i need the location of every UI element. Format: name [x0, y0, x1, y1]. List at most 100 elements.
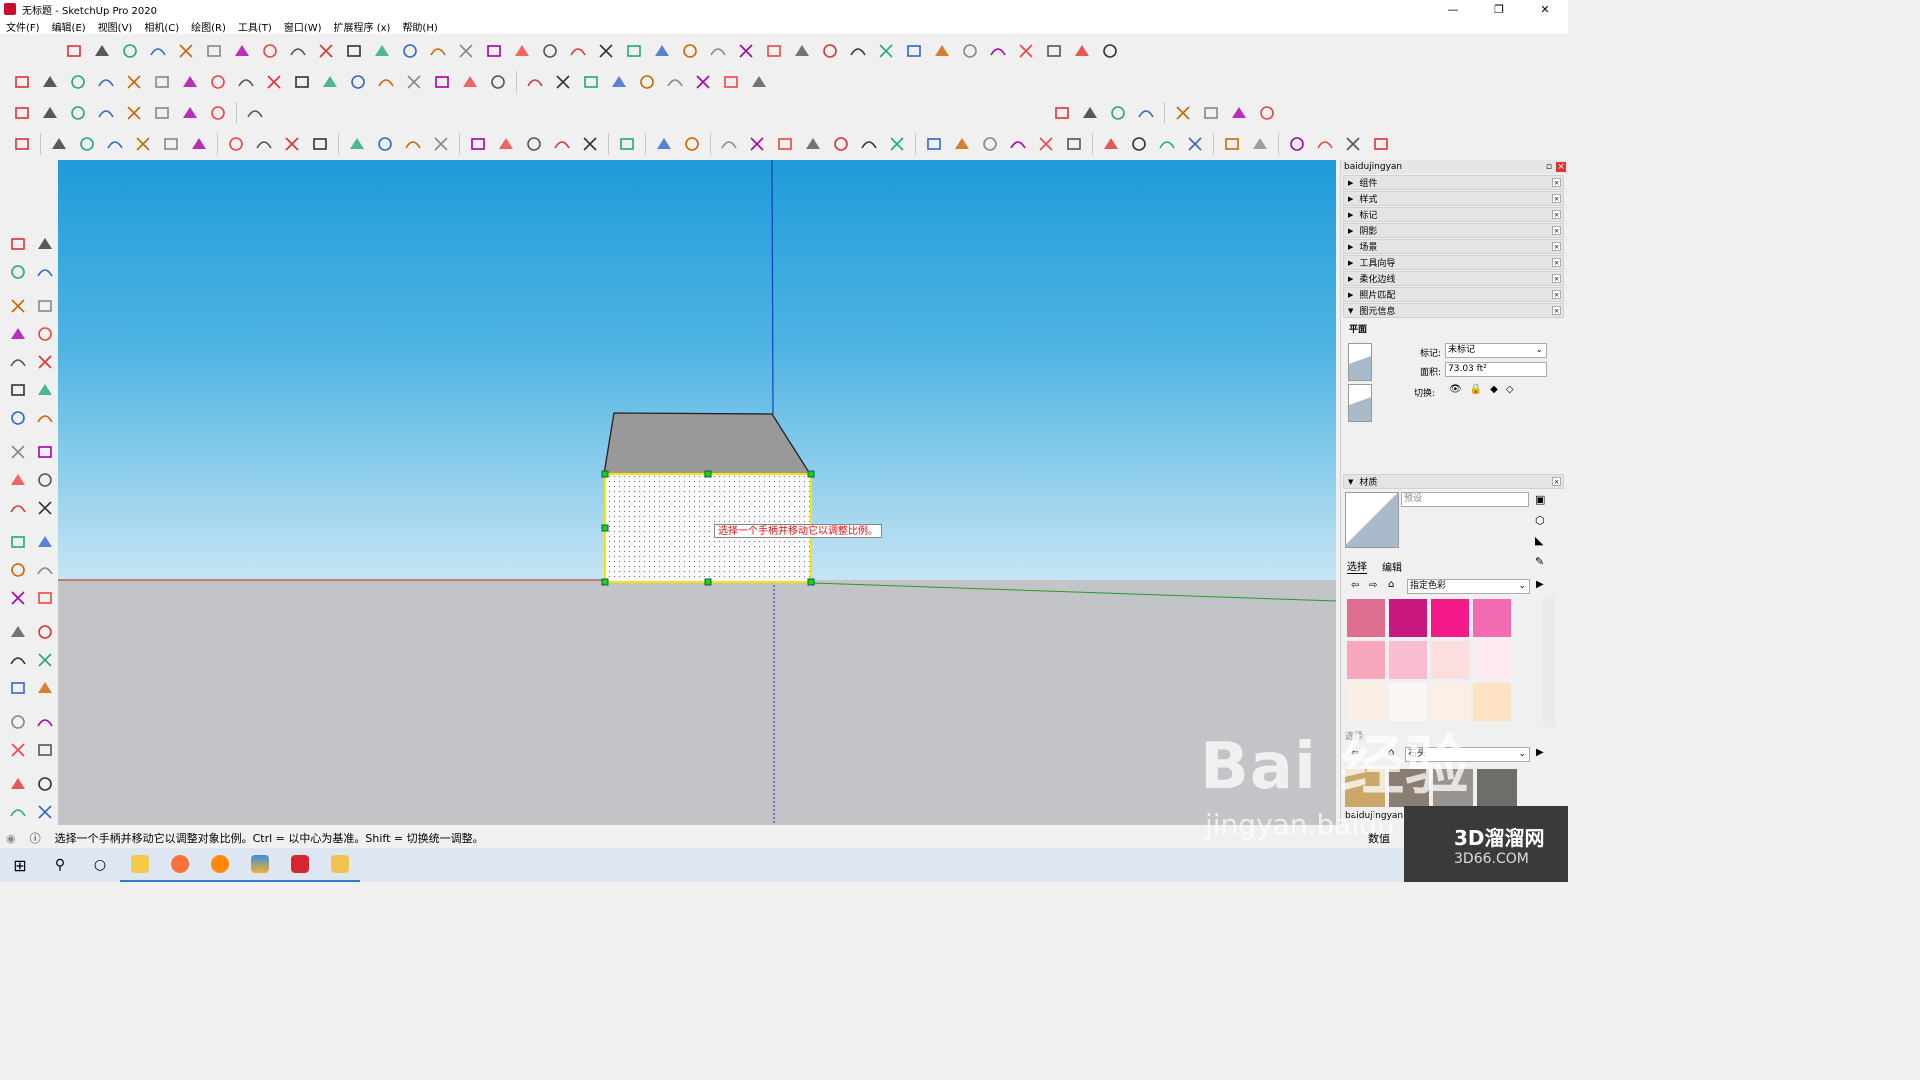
toolbar-tool-icon[interactable] [315, 40, 337, 62]
search-button[interactable]: ⚲ [40, 848, 80, 882]
toolbar-tool-icon[interactable] [951, 133, 973, 155]
close-tray-icon[interactable]: × [1556, 162, 1566, 172]
toolbar-tool-icon[interactable] [7, 441, 29, 463]
toolbar-tool-icon[interactable] [1007, 133, 1029, 155]
toolbar-tool-icon[interactable] [7, 379, 29, 401]
toolbar-tool-icon[interactable] [347, 71, 369, 93]
top-face[interactable] [603, 412, 812, 475]
toolbar-tool-icon[interactable] [1135, 102, 1157, 124]
color-swatch[interactable] [1473, 599, 1511, 637]
back-material-thumb[interactable] [1348, 384, 1372, 422]
toolbar-tool-icon[interactable] [244, 102, 266, 124]
tray-item[interactable]: ▶ 场景 × [1343, 239, 1564, 254]
toolbar-tool-icon[interactable] [175, 40, 197, 62]
color-swatch[interactable] [1473, 683, 1511, 721]
toolbar-tool-icon[interactable] [847, 40, 869, 62]
menu-window[interactable]: 窗口(W) [278, 19, 328, 34]
start-button[interactable]: ⊞ [0, 848, 40, 882]
toolbar-tool-icon[interactable] [346, 133, 368, 155]
swatch-scrollbar[interactable] [1543, 597, 1555, 727]
toolbar-tool-icon[interactable] [253, 133, 275, 155]
toolbar-tool-icon[interactable] [495, 133, 517, 155]
toolbar-tool-icon[interactable] [802, 133, 824, 155]
toolbar-tool-icon[interactable] [681, 133, 703, 155]
color-swatch[interactable] [1431, 599, 1469, 637]
toolbar-tool-icon[interactable] [11, 102, 33, 124]
toolbar-tool-icon[interactable] [718, 133, 740, 155]
color-swatch[interactable] [1389, 599, 1427, 637]
close-icon[interactable]: × [1552, 274, 1561, 283]
close-icon[interactable]: × [1552, 290, 1561, 299]
menu-camera[interactable]: 相机(C) [138, 19, 185, 34]
close-window-button[interactable]: ✕ [1522, 0, 1568, 18]
menu-edit[interactable]: 编辑(E) [46, 19, 92, 34]
close-icon[interactable]: × [1552, 210, 1561, 219]
toolbar-tool-icon[interactable] [374, 133, 396, 155]
menu-tools[interactable]: 工具(T) [232, 19, 278, 34]
toolbar-tool-icon[interactable] [207, 71, 229, 93]
toolbar-tool-icon[interactable] [34, 469, 56, 491]
details-arrow-icon[interactable]: ▶ [1536, 747, 1544, 758]
toolbar-tool-icon[interactable] [399, 40, 421, 62]
toolbar-tool-icon[interactable] [524, 71, 546, 93]
toolbar-tool-icon[interactable] [539, 40, 561, 62]
task-view-button[interactable]: ○ [80, 848, 120, 882]
toolbar-tool-icon[interactable] [1079, 102, 1101, 124]
toolbar-tool-icon[interactable] [225, 133, 247, 155]
toolbar-tool-icon[interactable] [34, 773, 56, 795]
toolbar-tool-icon[interactable] [91, 40, 113, 62]
menu-extensions[interactable]: 扩展程序 (x) [328, 19, 397, 34]
color-swatch[interactable] [1347, 599, 1385, 637]
toolbar-tool-icon[interactable] [95, 102, 117, 124]
toolbar-tool-icon[interactable] [748, 71, 770, 93]
toolbar-tool-icon[interactable] [1221, 133, 1243, 155]
tray-item[interactable]: ▼ 图元信息 × [1343, 303, 1564, 318]
tab-select[interactable]: 选择 [1347, 558, 1367, 574]
toolbar-tool-icon[interactable] [34, 587, 56, 609]
toolbar-tool-icon[interactable] [1172, 102, 1194, 124]
area-field[interactable]: 73.03 ft² [1445, 362, 1547, 377]
toolbar-tool-icon[interactable] [119, 40, 141, 62]
toolbar-tool-icon[interactable] [1043, 40, 1065, 62]
toolbar-tool-icon[interactable] [343, 40, 365, 62]
model-viewport[interactable]: 选择一个手柄并移动它以调整比例。 [58, 160, 1336, 825]
tray-materials[interactable]: ▼ 材质 × [1343, 474, 1564, 489]
toolbar-tool-icon[interactable] [375, 71, 397, 93]
toolbar-tool-icon[interactable] [523, 133, 545, 155]
toolbar-tool-icon[interactable] [467, 133, 489, 155]
toolbar-tool-icon[interactable] [11, 133, 33, 155]
toolbar-tool-icon[interactable] [959, 40, 981, 62]
toolbar-tool-icon[interactable] [830, 133, 852, 155]
toolbar-tool-icon[interactable] [819, 40, 841, 62]
toolbar-tool-icon[interactable] [653, 133, 675, 155]
toolbar-tool-icon[interactable] [1015, 40, 1037, 62]
toolbar-tool-icon[interactable] [147, 40, 169, 62]
toolbar-tool-icon[interactable] [483, 40, 505, 62]
toolbar-tool-icon[interactable] [34, 531, 56, 553]
toolbar-tool-icon[interactable] [551, 133, 573, 155]
restore-button[interactable]: ❐ [1476, 0, 1522, 18]
toolbar-tool-icon[interactable] [931, 40, 953, 62]
taskbar-explorer[interactable] [320, 848, 360, 882]
toolbar-tool-icon[interactable] [511, 40, 533, 62]
menu-help[interactable]: 帮助(H) [396, 19, 443, 34]
toolbar-tool-icon[interactable] [34, 323, 56, 345]
eye-icon[interactable]: 👁 [1449, 384, 1462, 395]
toolbar-tool-icon[interactable] [34, 351, 56, 373]
toolbar-tool-icon[interactable] [7, 531, 29, 553]
stone-swatch-4[interactable] [1477, 769, 1517, 807]
toolbar-tool-icon[interactable] [651, 40, 673, 62]
toolbar-tool-icon[interactable] [623, 40, 645, 62]
toolbar-tool-icon[interactable] [427, 40, 449, 62]
toolbar-tool-icon[interactable] [7, 233, 29, 255]
toolbar-tool-icon[interactable] [567, 40, 589, 62]
material-cube-icon[interactable]: ⬡ [1535, 514, 1545, 527]
toolbar-tool-icon[interactable] [7, 351, 29, 373]
toolbar-tool-icon[interactable] [34, 441, 56, 463]
toolbar-tool-icon[interactable] [76, 133, 98, 155]
toolbar-tool-icon[interactable] [679, 40, 701, 62]
toolbar-tool-icon[interactable] [763, 40, 785, 62]
toolbar-tool-icon[interactable] [291, 71, 313, 93]
toolbar-tool-icon[interactable] [319, 71, 341, 93]
toolbar-tool-icon[interactable] [34, 295, 56, 317]
